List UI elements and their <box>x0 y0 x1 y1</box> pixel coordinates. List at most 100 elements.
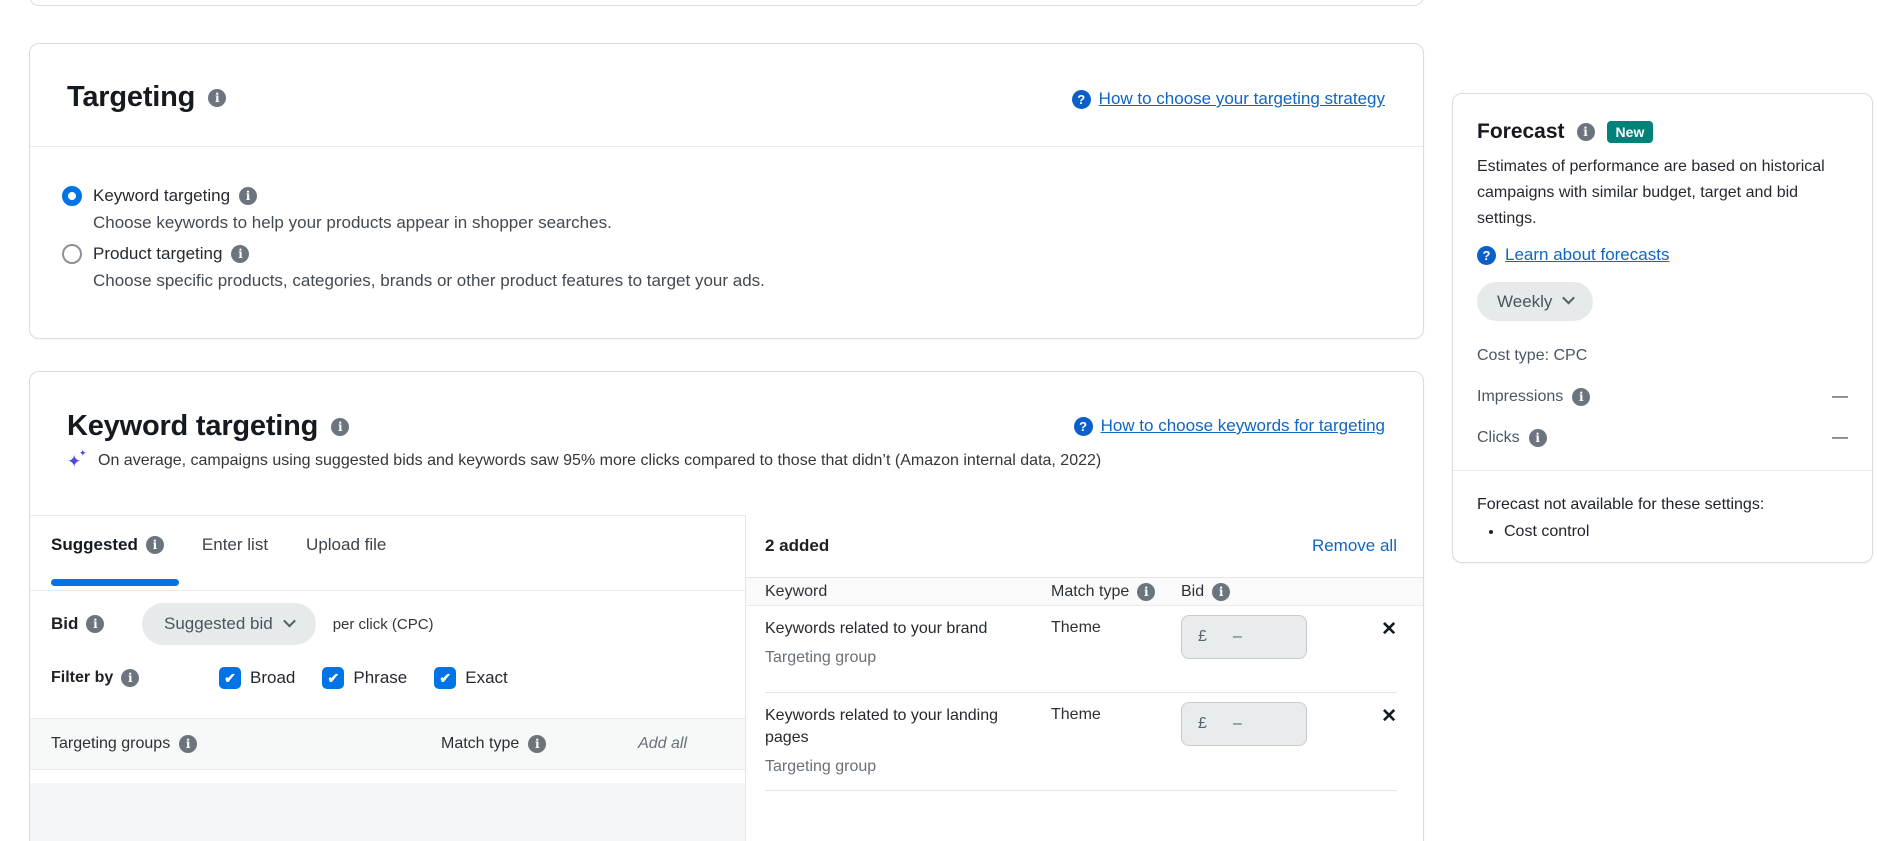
info-icon[interactable]: i <box>239 186 258 205</box>
col-keyword-label: Keyword <box>765 582 828 600</box>
added-row-match-type: Theme <box>1051 619 1101 636</box>
cost-type: Cost type: CPC <box>1477 347 1588 364</box>
col-keyword: Keyword <box>765 583 1051 601</box>
forecast-title: Forecast <box>1477 120 1565 143</box>
targeting-option-keyword: Keyword targeting i Choose keywords to h… <box>62 185 1162 233</box>
added-count: 2 added <box>765 536 830 555</box>
remove-keyword-icon[interactable]: ✕ <box>1381 618 1397 639</box>
filter-phrase[interactable]: ✔ Phrase <box>322 667 407 689</box>
match-type-col: Match type i <box>441 735 638 753</box>
tab-enter-list-label: Enter list <box>201 535 269 554</box>
info-icon[interactable]: i <box>231 244 250 263</box>
forecast-unavailable-reasons: Cost control <box>1477 523 1848 541</box>
bid-input[interactable]: £ – <box>1181 702 1307 746</box>
metric-clicks: Clicks i — <box>1477 429 1848 447</box>
info-icon[interactable]: i <box>145 536 164 554</box>
exact-checkbox[interactable]: ✔ <box>434 667 457 689</box>
filter-exact[interactable]: ✔ Exact <box>434 667 508 689</box>
filter-broad[interactable]: ✔ Broad <box>219 667 295 689</box>
tabstrip-border <box>30 590 745 591</box>
bid-row: Bid i Suggested bid per click (CPC) <box>51 603 434 645</box>
bid-label: Bid i <box>51 614 142 634</box>
question-icon[interactable]: ? <box>1073 416 1093 436</box>
exact-label: Exact <box>465 668 508 687</box>
info-icon[interactable]: i <box>528 735 547 753</box>
added-table-columns: Keyword Match type i Bid i <box>746 578 1423 606</box>
keyword-targeting-title-text: Keyword targeting <box>67 410 319 442</box>
phrase-checkbox[interactable]: ✔ <box>322 667 345 689</box>
unavailable-reason: Cost control <box>1504 523 1848 541</box>
currency-symbol: £ <box>1198 715 1207 732</box>
chevron-down-icon <box>282 614 296 627</box>
col-bid: Bid i <box>1181 582 1327 601</box>
forecast-unavailable-note: Forecast not available for these setting… <box>1477 496 1765 513</box>
broad-label: Broad <box>250 668 296 687</box>
info-icon[interactable]: i <box>1137 582 1156 601</box>
impressions-value: — <box>1832 388 1848 405</box>
question-icon[interactable]: ? <box>1071 89 1091 109</box>
previous-card-bottom-edge <box>29 0 1424 6</box>
keyword-targeting-section-card: Keyword targeting i ? How to choose keyw… <box>29 371 1424 841</box>
tab-upload-file[interactable]: Upload file <box>306 535 386 555</box>
keyword-targeting-title: Keyword targeting i <box>67 410 350 443</box>
forecast-period-value: Weekly <box>1497 291 1553 311</box>
targeting-help-link[interactable]: How to choose your targeting strategy <box>1099 89 1385 109</box>
info-icon[interactable]: i <box>1212 582 1231 601</box>
forecast-period-dropdown[interactable]: Weekly <box>1477 282 1594 321</box>
remove-keyword-icon[interactable]: ✕ <box>1381 705 1397 726</box>
targeting-title: Targeting i <box>67 81 227 114</box>
keyword-targeting-label[interactable]: Keyword targeting i <box>93 185 1162 206</box>
keyword-help-link[interactable]: How to choose keywords for targeting <box>1101 416 1385 436</box>
info-icon[interactable]: i <box>208 88 227 107</box>
added-keywords-panel: 2 added Remove all Keyword Match type i … <box>745 515 1423 841</box>
added-row-keyword-cell: Keywords related to your brand Targeting… <box>765 618 1051 667</box>
bid-suffix: per click (CPC) <box>332 615 434 633</box>
added-row-match-type: Theme <box>1051 706 1101 723</box>
remove-all-button[interactable]: Remove all <box>1312 536 1397 556</box>
targeting-card-divider <box>30 146 1423 147</box>
suggestions-list-edge <box>30 783 745 841</box>
col-bid-label: Bid <box>1181 582 1205 600</box>
info-icon[interactable]: i <box>1528 429 1547 447</box>
keyword-targeting-label-text: Keyword targeting <box>93 185 231 205</box>
clicks-label: Clicks i <box>1477 429 1547 447</box>
suggested-bids-tip-text: On average, campaigns using suggested bi… <box>98 452 1102 469</box>
forecast-panel: Forecast i New Estimates of performance … <box>1452 93 1873 563</box>
product-targeting-label[interactable]: Product targeting i <box>93 243 1162 264</box>
info-icon[interactable]: i <box>1572 388 1591 406</box>
added-keywords-header: 2 added Remove all <box>746 515 1423 578</box>
forecast-period-row: Weekly <box>1477 282 1848 321</box>
added-row-title: Keywords related to your landing pages <box>765 707 999 746</box>
broad-checkbox[interactable]: ✔ <box>219 667 241 689</box>
added-row-keyword-cell: Keywords related to your landing pages T… <box>765 705 1051 776</box>
info-icon[interactable]: i <box>121 669 140 687</box>
added-keyword-row: Keywords related to your landing pages T… <box>746 693 1423 790</box>
bid-input[interactable]: £ – <box>1181 615 1307 659</box>
keyword-targeting-radio[interactable] <box>62 186 82 206</box>
forecast-learn-row: ? Learn about forecasts <box>1477 245 1848 265</box>
targeting-option-product: Product targeting i Choose specific prod… <box>62 243 1162 291</box>
tab-upload-file-label: Upload file <box>306 535 387 554</box>
tab-enter-list[interactable]: Enter list <box>202 535 268 555</box>
learn-about-forecasts-link[interactable]: Learn about forecasts <box>1505 245 1669 265</box>
product-targeting-radio[interactable] <box>62 244 82 264</box>
info-icon[interactable]: i <box>179 735 198 753</box>
bid-value: – <box>1232 715 1242 732</box>
currency-symbol: £ <box>1198 628 1207 645</box>
product-targeting-description: Choose specific products, categories, br… <box>93 271 765 290</box>
tab-suggested-label: Suggested <box>51 535 138 554</box>
new-badge: New <box>1606 121 1654 143</box>
targeting-groups-col: Targeting groups i <box>51 735 441 753</box>
question-icon[interactable]: ? <box>1477 245 1496 265</box>
targeting-card-header: Targeting i ? How to choose your targeti… <box>30 44 1423 114</box>
forecast-header: Forecast i New <box>1477 120 1848 144</box>
info-icon[interactable]: i <box>1576 123 1595 141</box>
info-icon[interactable]: i <box>331 417 350 436</box>
keyword-source-panel: Suggested i Enter list Upload file Bid i… <box>30 515 745 841</box>
add-all-button[interactable]: Add all <box>638 735 687 753</box>
added-row-title: Keywords related to your brand <box>765 620 988 637</box>
tab-suggested[interactable]: Suggested i <box>51 535 164 555</box>
bid-type-dropdown[interactable]: Suggested bid <box>142 603 316 645</box>
info-icon[interactable]: i <box>86 615 105 633</box>
added-row-subtitle: Targeting group <box>765 758 877 775</box>
